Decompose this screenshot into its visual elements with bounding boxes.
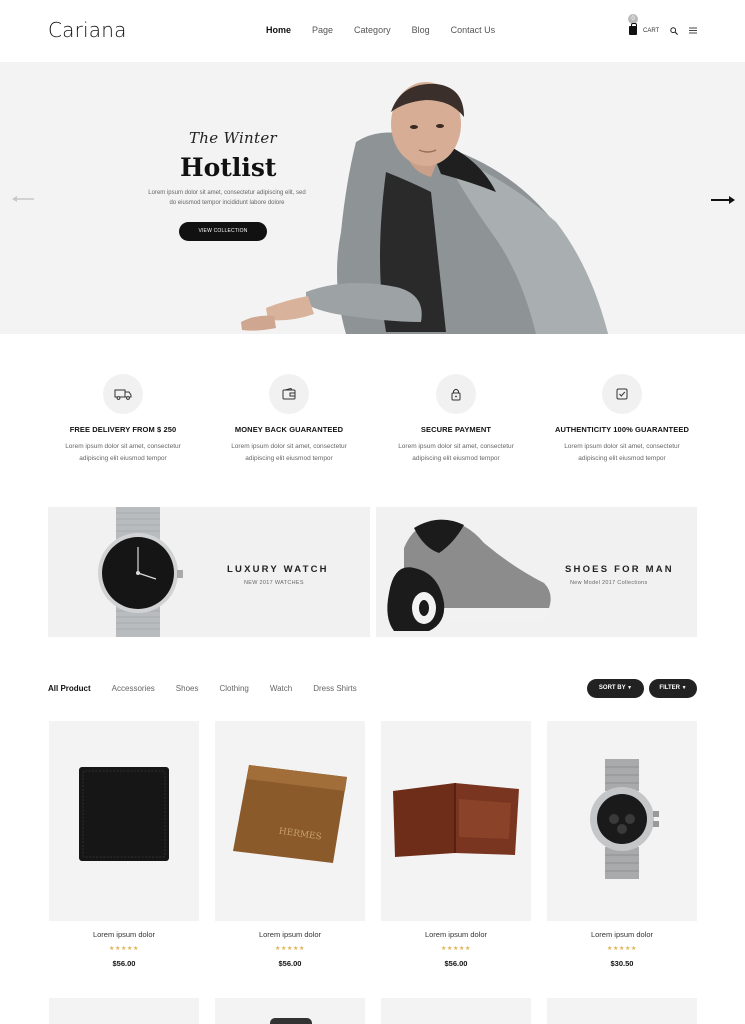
product-image-partial	[270, 1018, 312, 1024]
rating-stars: ★★★★★	[275, 946, 305, 952]
feature-free-delivery: FREE DELIVERY FROM $ 250 Lorem ipsum dol…	[40, 374, 206, 465]
feature-money-back: MONEY BACK GUARANTEED Lorem ipsum dolor …	[206, 374, 372, 465]
feature-description: Lorem ipsum dolor sit amet, consectetur …	[373, 441, 539, 465]
product-card[interactable]	[215, 998, 365, 1024]
feature-authenticity: AUTHENTICITY 100% GUARANTEED Lorem ipsum…	[539, 374, 705, 465]
search-icon[interactable]	[670, 27, 678, 35]
product-card[interactable]	[381, 998, 531, 1024]
filter-label: FILTER	[659, 685, 680, 691]
product-price: $56.00	[444, 959, 468, 968]
caret-down-icon: ▼	[627, 685, 633, 691]
truck-icon	[103, 374, 143, 414]
tab-watch[interactable]: Watch	[270, 684, 292, 693]
cart-label: CART	[643, 27, 660, 34]
chronograph-watch-image	[590, 759, 659, 879]
product-card[interactable]: HERMES	[215, 721, 365, 921]
product-filter-tabs: All Product Accessories Shoes Clothing W…	[48, 684, 378, 693]
site-header: Cariana Home Page Category Blog Contact …	[0, 0, 745, 62]
arrow-right-icon[interactable]	[711, 195, 735, 205]
product-card[interactable]	[381, 721, 531, 921]
feature-description: Lorem ipsum dolor sit amet, consectetur …	[206, 441, 372, 465]
filter-button[interactable]: FILTER ▼	[649, 679, 697, 698]
feature-desc-line: adipiscing elit eiusmod tempor	[412, 455, 500, 462]
product-card[interactable]	[49, 998, 199, 1024]
nav-category[interactable]: Category	[354, 25, 391, 35]
feature-desc-line: Lorem ipsum dolor sit amet, consectetur	[398, 443, 514, 450]
brand-logo[interactable]: Cariana	[48, 18, 127, 42]
caret-down-icon: ▼	[681, 685, 687, 691]
watch-image	[98, 507, 183, 637]
rating-stars: ★★★★★	[607, 946, 637, 952]
feature-title: FREE DELIVERY FROM $ 250	[69, 425, 177, 434]
tab-all-product[interactable]: All Product	[48, 684, 91, 693]
product-name[interactable]: Lorem ipsum dolor	[49, 930, 199, 939]
hamburger-menu-icon[interactable]	[689, 27, 697, 34]
banner-title: SHOES FOR MAN	[565, 564, 674, 575]
tab-clothing[interactable]: Clothing	[219, 684, 248, 693]
product-price: $56.00	[112, 959, 136, 968]
wallet-icon	[269, 374, 309, 414]
feature-desc-line: Lorem ipsum dolor sit amet, consectetur	[65, 443, 181, 450]
feature-desc-line: adipiscing elit eiusmod tempor	[578, 455, 666, 462]
feature-desc-line: adipiscing elit eiusmod tempor	[245, 455, 333, 462]
tab-dress-shirts[interactable]: Dress Shirts	[313, 684, 357, 693]
banner-title: LUXURY WATCH	[227, 564, 329, 575]
arrow-left-icon[interactable]	[12, 195, 34, 203]
tab-shoes[interactable]: Shoes	[176, 684, 199, 693]
rating-stars: ★★★★★	[109, 946, 139, 952]
lock-icon	[436, 374, 476, 414]
open-wallet-image	[393, 783, 519, 857]
features-row: FREE DELIVERY FROM $ 250 Lorem ipsum dol…	[40, 374, 705, 474]
product-card[interactable]	[547, 721, 697, 921]
sort-by-button[interactable]: SORT BY ▼	[587, 679, 644, 698]
nav-contact[interactable]: Contact Us	[451, 25, 496, 35]
hero-slider: The Winter Hotlist Lorem ipsum dolor sit…	[0, 62, 745, 334]
banner-subtitle: New Model 2017 Collections	[570, 580, 648, 586]
feature-desc-line: Lorem ipsum dolor sit amet, consectetur	[564, 443, 680, 450]
main-nav: Home Page Category Blog Contact Us	[266, 25, 516, 35]
brown-wallet-image: HERMES	[233, 765, 347, 863]
sort-by-label: SORT BY	[598, 685, 626, 691]
feature-title: MONEY BACK GUARANTEED	[234, 425, 344, 434]
bag-icon	[629, 23, 637, 35]
product-price: $56.00	[278, 959, 302, 968]
shoes-image	[387, 519, 551, 631]
feature-description: Lorem ipsum dolor sit amet, consectetur …	[539, 441, 705, 465]
feature-title: AUTHENTICITY 100% GUARANTEED	[555, 425, 689, 434]
feature-title: SECURE PAYMENT	[420, 425, 492, 434]
banner-luxury-watch[interactable]: LUXURY WATCH NEW 2017 WATCHES	[48, 507, 370, 637]
product-card[interactable]	[547, 998, 697, 1024]
hero-model-image	[241, 82, 608, 334]
product-price: $30.50	[610, 959, 634, 968]
banner-shoes-for-man[interactable]: SHOES FOR MAN New Model 2017 Collections	[376, 507, 697, 637]
feature-desc-line: Lorem ipsum dolor sit amet, consectetur	[231, 443, 347, 450]
nav-home[interactable]: Home	[266, 25, 291, 35]
rating-stars: ★★★★★	[441, 946, 471, 952]
cart-button[interactable]: CART	[629, 23, 660, 35]
nav-blog[interactable]: Blog	[412, 25, 430, 35]
product-name[interactable]: Lorem ipsum dolor	[547, 930, 697, 939]
black-wallet-image	[79, 767, 169, 861]
banner-subtitle: NEW 2017 WATCHES	[244, 580, 304, 586]
product-card[interactable]	[49, 721, 199, 921]
product-name[interactable]: Lorem ipsum dolor	[381, 930, 531, 939]
feature-secure-payment: SECURE PAYMENT Lorem ipsum dolor sit ame…	[373, 374, 539, 465]
tab-accessories[interactable]: Accessories	[112, 684, 155, 693]
nav-page[interactable]: Page	[312, 25, 333, 35]
checkbox-icon	[602, 374, 642, 414]
feature-desc-line: adipiscing elit eiusmod tempor	[79, 455, 167, 462]
product-name[interactable]: Lorem ipsum dolor	[215, 930, 365, 939]
feature-description: Lorem ipsum dolor sit amet, consectetur …	[40, 441, 206, 465]
